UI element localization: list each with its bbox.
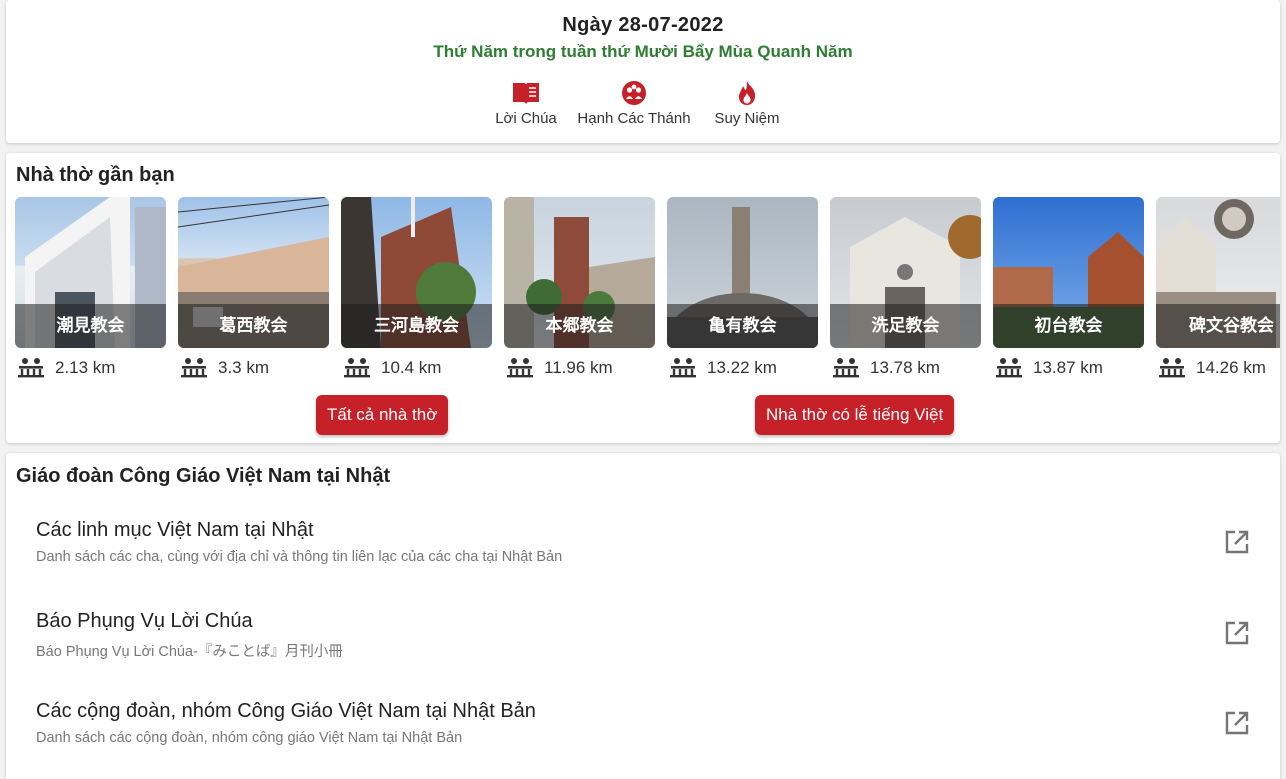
church-name: 初台教会 <box>993 304 1144 348</box>
people-icon <box>996 358 1022 378</box>
open-external-icon[interactable] <box>1224 529 1250 555</box>
church-carousel[interactable]: 潮見教会 2.13 km 葛西教会 3.3 km 三河島教会 10.4 km 本… <box>15 197 1280 387</box>
church-tile[interactable]: 潮見教会 2.13 km <box>15 197 166 378</box>
people-icon <box>507 358 533 378</box>
list-item-subtitle: Danh sách các cha, cùng với địa chỉ và t… <box>36 549 563 565</box>
liturgical-day: Thứ Năm trong tuần thứ Mười Bẩy Mùa Quan… <box>433 42 853 61</box>
church-tile[interactable]: 本郷教会 11.96 km <box>504 197 655 378</box>
church-tile[interactable]: 碑文谷教会 14.26 km <box>1156 197 1280 378</box>
church-photo[interactable]: 潮見教会 <box>15 197 166 348</box>
section-title: Nhà thờ gần bạn <box>16 164 175 186</box>
church-tile[interactable]: 葛西教会 3.3 km <box>178 197 329 378</box>
church-name: 本郷教会 <box>504 304 655 348</box>
list-item-title: Các linh mục Việt Nam tại Nhật <box>36 519 314 541</box>
church-name: 葛西教会 <box>178 304 329 348</box>
church-photo[interactable]: 洗足教会 <box>830 197 981 348</box>
open-external-icon[interactable] <box>1224 710 1250 736</box>
church-tile[interactable]: 初台教会 13.87 km <box>993 197 1144 378</box>
list-item-title: Báo Phụng Vụ Lời Chúa <box>36 610 253 632</box>
people-icon <box>833 358 859 378</box>
list-item-subtitle: Danh sách các cộng đoàn, nhóm công giáo … <box>36 730 463 746</box>
people-icon <box>18 358 44 378</box>
date-title: Ngày 28-07-2022 <box>562 14 724 36</box>
church-name: 亀有教会 <box>667 304 818 348</box>
all-churches-button[interactable]: Tất cả nhà thờ <box>316 395 449 435</box>
church-tile[interactable]: 三河島教会 10.4 km <box>341 197 492 378</box>
quick-link-label: Lời Chúa <box>495 110 557 127</box>
community-card: Giáo đoàn Công Giáo Việt Nam tại Nhật Cá… <box>6 453 1280 779</box>
church-photo[interactable]: 本郷教会 <box>504 197 655 348</box>
list-item-subtitle: Báo Phụng Vụ Lời Chúa-『みことば』月刊小冊 <box>36 644 343 660</box>
section-title: Giáo đoàn Công Giáo Việt Nam tại Nhật <box>16 465 391 487</box>
people-icon <box>1159 358 1185 378</box>
vietnamese-mass-churches-button[interactable]: Nhà thờ có lễ tiếng Việt <box>755 395 955 435</box>
quick-link-label: Hạnh Các Thánh <box>577 110 691 127</box>
church-photo[interactable]: 葛西教会 <box>178 197 329 348</box>
church-name: 洗足教会 <box>830 304 981 348</box>
quick-link-loi-chua[interactable]: Lời Chúa <box>486 80 566 127</box>
quick-link-hanh-cac-thanh[interactable]: Hạnh Các Thánh <box>569 80 699 127</box>
church-photo[interactable]: 初台教会 <box>993 197 1144 348</box>
list-item-priests[interactable]: Các linh mục Việt Nam tại Nhật Danh sách… <box>6 505 1280 593</box>
people-icon <box>670 358 696 378</box>
saints-icon <box>622 81 646 105</box>
header-card: Ngày 28-07-2022 Thứ Năm trong tuần thứ M… <box>6 0 1280 143</box>
church-photo[interactable]: 三河島教会 <box>341 197 492 348</box>
list-item-communities[interactable]: Các cộng đoàn, nhóm Công Giáo Việt Nam t… <box>6 686 1280 774</box>
church-name: 碑文谷教会 <box>1156 304 1280 348</box>
church-photo[interactable]: 亀有教会 <box>667 197 818 348</box>
flame-icon <box>739 81 756 105</box>
quick-link-label: Suy Niệm <box>714 110 780 127</box>
church-tile[interactable]: 亀有教会 13.22 km <box>667 197 818 378</box>
church-tile[interactable]: 洗足教会 13.78 km <box>830 197 981 378</box>
church-name: 三河島教会 <box>341 304 492 348</box>
people-icon <box>344 358 370 378</box>
list-item-title: Các cộng đoàn, nhóm Công Giáo Việt Nam t… <box>36 700 536 722</box>
open-external-icon[interactable] <box>1224 620 1250 646</box>
church-photo[interactable]: 碑文谷教会 <box>1156 197 1280 348</box>
quick-link-suy-niem[interactable]: Suy Niệm <box>702 80 792 127</box>
list-item-liturgy-magazine[interactable]: Báo Phụng Vụ Lời Chúa Báo Phụng Vụ Lời C… <box>6 596 1280 684</box>
nearby-churches-card: Nhà thờ gần bạn 潮見教会 2.13 km 葛西教会 3.3 km… <box>6 153 1280 443</box>
church-name: 潮見教会 <box>15 304 166 348</box>
book-icon <box>513 83 539 104</box>
people-icon <box>181 358 207 378</box>
